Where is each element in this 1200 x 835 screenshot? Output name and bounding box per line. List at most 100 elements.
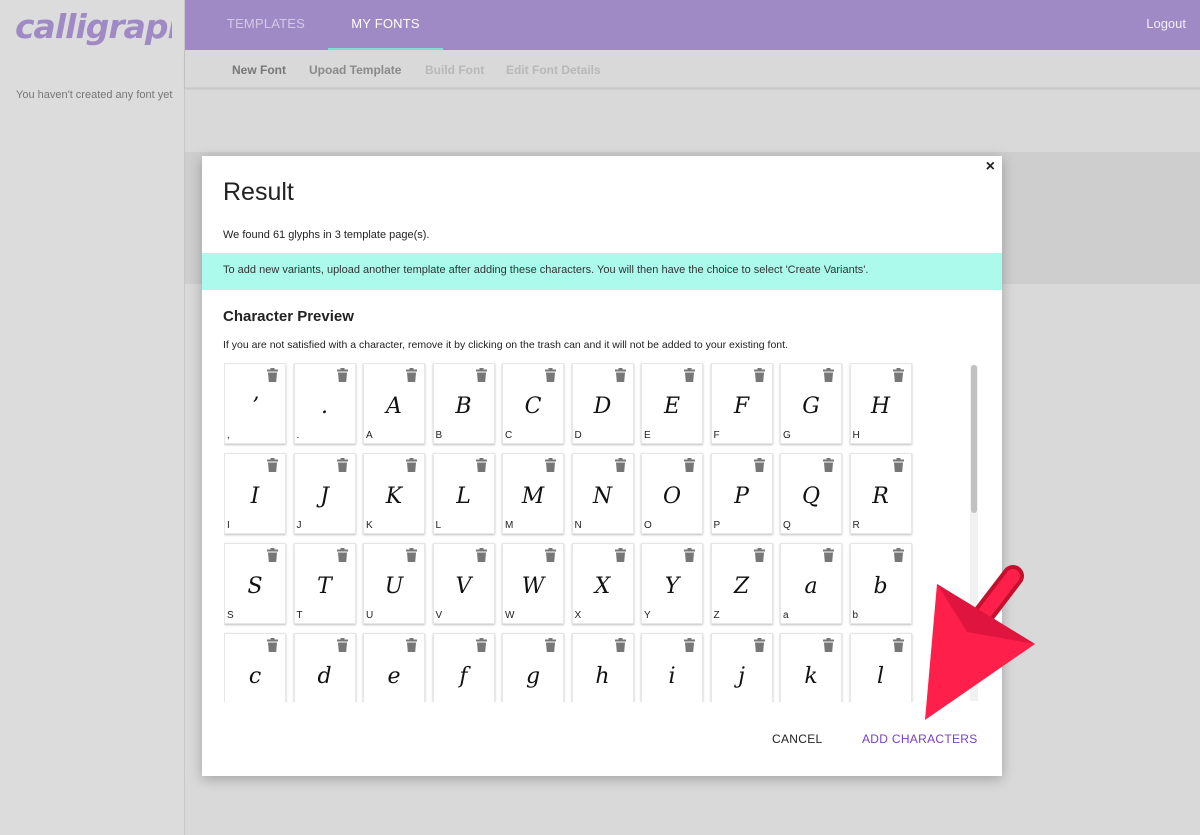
character-label: b bbox=[852, 610, 859, 621]
trash-icon[interactable] bbox=[267, 548, 278, 562]
grid-scrollbar[interactable] bbox=[970, 365, 978, 701]
glyph-preview: k bbox=[804, 664, 818, 689]
glyph-preview: A bbox=[386, 394, 402, 419]
trash-icon[interactable] bbox=[614, 548, 626, 562]
glyph-preview: R bbox=[872, 484, 889, 509]
character-cell: FF bbox=[710, 363, 773, 444]
trash-icon[interactable] bbox=[475, 458, 487, 472]
character-preview-heading: Character Preview bbox=[223, 308, 354, 325]
glyph-preview: d bbox=[317, 664, 332, 689]
glyph-preview: T bbox=[317, 574, 332, 599]
character-label: , bbox=[227, 430, 230, 441]
glyph-preview: i bbox=[668, 664, 676, 689]
character-grid-viewport[interactable]: ʼ,..AABBCCDDEEFFGGHHIIJJKKLLMMNNOOPPQQRR… bbox=[224, 363, 982, 702]
character-label: O bbox=[644, 520, 652, 531]
trash-icon[interactable] bbox=[684, 638, 695, 652]
character-label: . bbox=[296, 430, 300, 441]
trash-icon[interactable] bbox=[892, 638, 904, 652]
trash-icon[interactable] bbox=[545, 548, 556, 562]
trash-icon[interactable] bbox=[684, 368, 695, 382]
trash-icon[interactable] bbox=[406, 368, 417, 382]
trash-icon[interactable] bbox=[823, 638, 834, 652]
trash-icon[interactable] bbox=[545, 638, 556, 652]
character-cell: RR bbox=[849, 453, 912, 534]
subnav-edit-font-details[interactable]: Edit Font Details bbox=[506, 63, 601, 77]
tab-my-fonts[interactable]: MY FONTS bbox=[328, 0, 443, 50]
trash-icon[interactable] bbox=[475, 638, 487, 652]
trash-icon[interactable] bbox=[753, 368, 765, 382]
character-cell: e bbox=[363, 633, 425, 702]
trash-icon[interactable] bbox=[475, 548, 487, 562]
glyph-preview: f bbox=[459, 664, 468, 689]
trash-icon[interactable] bbox=[753, 638, 765, 652]
character-cell: XX bbox=[571, 543, 634, 624]
character-cell: GG bbox=[780, 363, 842, 444]
logout-link[interactable]: Logout bbox=[1146, 0, 1186, 48]
character-label: S bbox=[227, 610, 234, 621]
trash-icon[interactable] bbox=[336, 638, 348, 652]
trash-icon[interactable] bbox=[823, 548, 834, 562]
subnav-build-font[interactable]: Build Font bbox=[425, 63, 484, 77]
glyph-preview: g bbox=[525, 664, 541, 689]
trash-icon[interactable] bbox=[545, 368, 556, 382]
trash-icon[interactable] bbox=[753, 548, 765, 562]
trash-icon[interactable] bbox=[336, 458, 348, 472]
character-preview-hint: If you are not satisfied with a characte… bbox=[223, 339, 788, 351]
trash-icon[interactable] bbox=[475, 368, 487, 382]
character-label: R bbox=[852, 520, 860, 531]
glyph-preview: B bbox=[455, 394, 472, 419]
glyph-preview: S bbox=[247, 574, 263, 599]
trash-icon[interactable] bbox=[823, 368, 834, 382]
character-cell: TT bbox=[293, 543, 356, 624]
trash-icon[interactable] bbox=[267, 638, 278, 652]
trash-icon[interactable] bbox=[336, 368, 348, 382]
character-cell: bb bbox=[849, 543, 912, 624]
trash-icon[interactable] bbox=[684, 548, 695, 562]
close-icon[interactable]: × bbox=[986, 158, 995, 176]
character-label: Z bbox=[713, 610, 720, 621]
trash-icon[interactable] bbox=[614, 638, 626, 652]
character-label: D bbox=[574, 430, 582, 441]
trash-icon[interactable] bbox=[267, 368, 278, 382]
subnav-new-font[interactable]: New Font bbox=[232, 63, 286, 77]
trash-icon[interactable] bbox=[545, 458, 556, 472]
trash-icon[interactable] bbox=[823, 458, 834, 472]
character-cell: .. bbox=[293, 363, 356, 444]
character-label: B bbox=[435, 430, 443, 441]
character-cell: l bbox=[849, 633, 912, 702]
glyph-preview: E bbox=[663, 394, 681, 419]
trash-icon[interactable] bbox=[336, 548, 348, 562]
trash-icon[interactable] bbox=[684, 458, 695, 472]
character-label: I bbox=[227, 520, 230, 531]
trash-icon[interactable] bbox=[753, 458, 765, 472]
character-grid: ʼ,..AABBCCDDEEFFGGHHIIJJKKLLMMNNOOPPQQRR… bbox=[224, 363, 912, 702]
character-label: J bbox=[296, 520, 302, 531]
trash-icon[interactable] bbox=[406, 638, 417, 652]
glyph-preview: j bbox=[738, 664, 745, 689]
character-cell: HH bbox=[849, 363, 912, 444]
scrollbar-thumb[interactable] bbox=[971, 365, 977, 513]
add-characters-button[interactable]: ADD CHARACTERS bbox=[862, 732, 978, 746]
cancel-button[interactable]: CANCEL bbox=[772, 732, 822, 746]
glyph-preview: e bbox=[387, 664, 401, 689]
trash-icon[interactable] bbox=[892, 458, 904, 472]
character-cell: f bbox=[432, 633, 495, 702]
character-cell: QQ bbox=[780, 453, 842, 534]
character-label: P bbox=[713, 520, 721, 531]
subnav-upload-template[interactable]: Upoad Template bbox=[309, 63, 401, 77]
glyph-preview: J bbox=[320, 484, 329, 509]
trash-icon[interactable] bbox=[267, 458, 278, 472]
trash-icon[interactable] bbox=[892, 548, 904, 562]
character-label: A bbox=[366, 430, 373, 441]
glyph-preview: M bbox=[521, 484, 545, 509]
trash-icon[interactable] bbox=[614, 368, 626, 382]
character-label: G bbox=[783, 430, 791, 441]
character-cell: ʼ, bbox=[224, 363, 286, 444]
trash-icon[interactable] bbox=[892, 368, 904, 382]
calligraphr-logo[interactable]: calligraphr bbox=[14, 6, 172, 46]
trash-icon[interactable] bbox=[614, 458, 626, 472]
tab-templates[interactable]: TEMPLATES bbox=[205, 0, 327, 50]
trash-icon[interactable] bbox=[406, 548, 417, 562]
character-cell: aa bbox=[780, 543, 842, 624]
trash-icon[interactable] bbox=[406, 458, 417, 472]
